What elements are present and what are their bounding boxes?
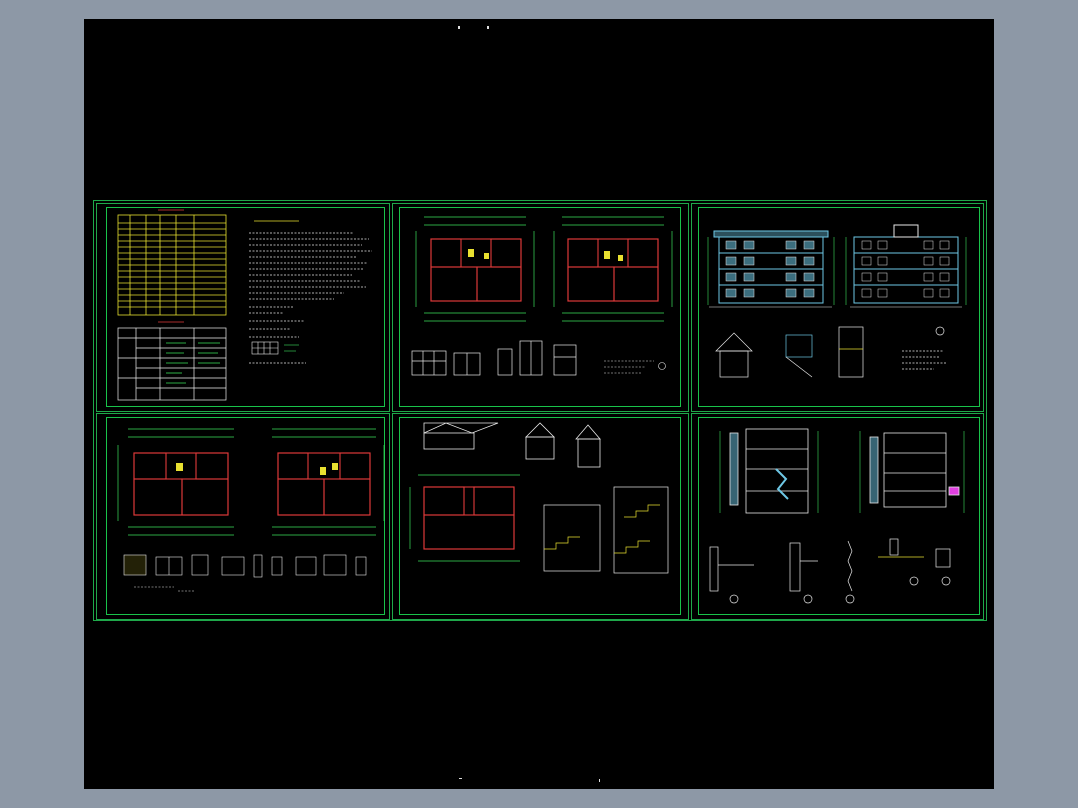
section-levels bbox=[719, 431, 965, 513]
floor-plan-left bbox=[430, 238, 522, 302]
cad-drawing-graphics bbox=[117, 209, 967, 604]
drawing-canvas[interactable] bbox=[84, 19, 994, 789]
side-section bbox=[869, 432, 960, 508]
side-elevation bbox=[853, 224, 959, 304]
cursor-tick bbox=[487, 26, 489, 29]
cursor-tick bbox=[458, 26, 460, 29]
building-section bbox=[729, 428, 809, 514]
entrance-details bbox=[715, 326, 946, 378]
roof-plan bbox=[423, 422, 601, 468]
floor-plan-3 bbox=[133, 452, 229, 516]
stair-sections bbox=[543, 486, 669, 574]
plan-dimensions bbox=[117, 428, 385, 536]
drawing-sheet-set bbox=[93, 200, 987, 621]
door-window-table bbox=[117, 209, 227, 316]
ground-plan-dims bbox=[409, 474, 520, 562]
finish-table-entries bbox=[166, 342, 220, 384]
window-schedule-row bbox=[123, 554, 367, 592]
wall-details bbox=[709, 538, 951, 604]
floor-plan-4 bbox=[277, 452, 371, 516]
cursor-tick bbox=[599, 779, 600, 782]
window-elevations-small bbox=[411, 340, 577, 376]
dimension-lines bbox=[415, 216, 673, 322]
finish-table bbox=[117, 321, 227, 401]
legend-grid bbox=[251, 341, 299, 355]
ground-floor-plan bbox=[423, 486, 515, 550]
plan-fixtures bbox=[176, 463, 338, 475]
sheet2-notes bbox=[604, 360, 666, 374]
floor-plan-right bbox=[567, 238, 659, 302]
cursor-tick bbox=[459, 778, 462, 779]
